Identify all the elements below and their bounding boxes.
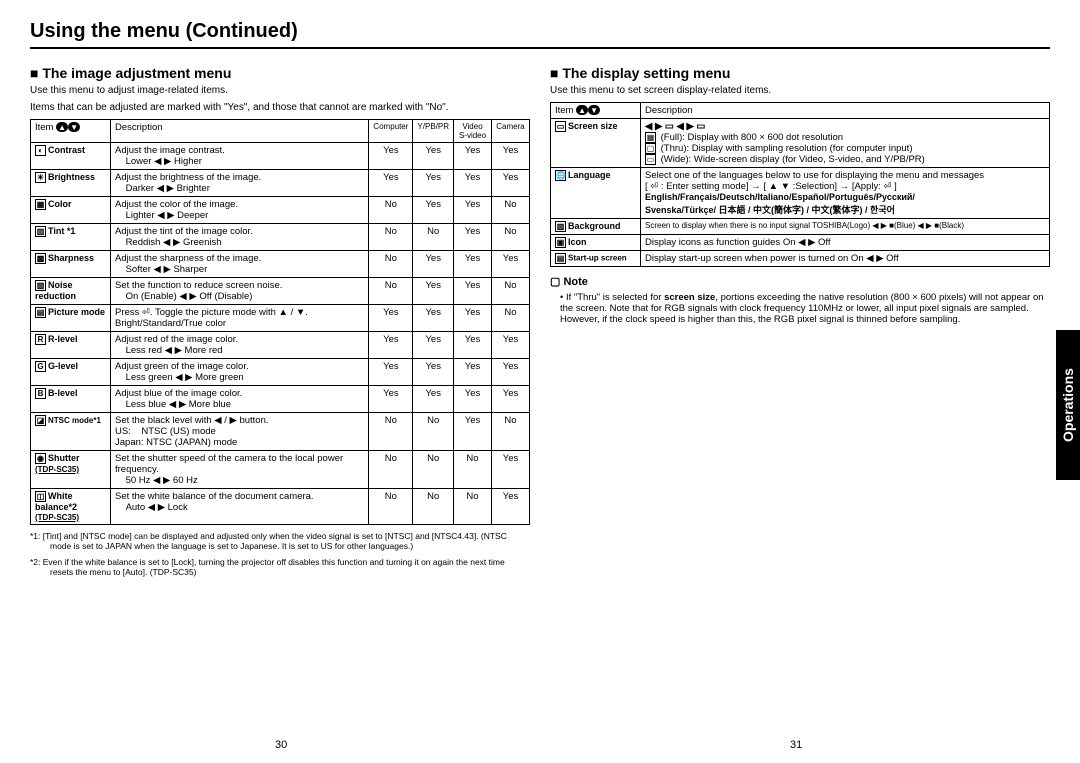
header-desc: Description <box>111 120 369 143</box>
table-row: ▥Tint *1Adjust the tint of the image col… <box>31 224 530 251</box>
section-title-image-adjustment: The image adjustment menu <box>30 65 530 81</box>
left-column: The image adjustment menu Use this menu … <box>30 59 530 577</box>
header-item: Item ▲▼ <box>551 103 641 119</box>
table-row: ▤Start-up screen Display start-up screen… <box>551 251 1050 267</box>
table-row: BB-levelAdjust blue of the image color. … <box>31 386 530 413</box>
right-column: The display setting menu Use this menu t… <box>550 59 1050 577</box>
table-row: ◐ContrastAdjust the image contrast. Lowe… <box>31 143 530 170</box>
table-row: ▦ColorAdjust the color of the image. Lig… <box>31 197 530 224</box>
note-heading: Note <box>550 275 1050 288</box>
header-desc: Description <box>641 103 1050 119</box>
table-row: ▣Icon Display icons as function guides O… <box>551 235 1050 251</box>
intro-text: Use this menu to adjust image-related it… <box>30 85 530 96</box>
intro-text-2: Items that can be adjusted are marked wi… <box>30 102 530 113</box>
page-number-right: 31 <box>790 739 802 751</box>
table-row: ◉Shutter(TDP-SC35)Set the shutter speed … <box>31 451 530 489</box>
header-computer: Computer <box>369 120 413 143</box>
table-row: ☀BrightnessAdjust the brightness of the … <box>31 170 530 197</box>
table-row: ▭Screen size ◀ ▶ ▭ ◀ ▶ ▭ ▦ (Full): Displ… <box>551 119 1050 168</box>
table-row: 🌐Language Select one of the languages be… <box>551 168 1050 219</box>
note-body: • If "Thru" is selected for screen size,… <box>550 292 1050 325</box>
section-title-display-setting: The display setting menu <box>550 65 1050 81</box>
header-ypbpr: Y/PB/PR <box>413 120 454 143</box>
side-tab-operations: Operations <box>1056 330 1080 480</box>
image-adjustment-table: Item ▲▼ Description Computer Y/PB/PR Vid… <box>30 119 530 525</box>
table-row: RR-levelAdjust red of the image color. L… <box>31 332 530 359</box>
table-row: ▧Noise reductionSet the function to redu… <box>31 278 530 305</box>
table-row: ▩SharpnessAdjust the sharpness of the im… <box>31 251 530 278</box>
page-number-left: 30 <box>275 739 287 751</box>
header-item: Item ▲▼ <box>31 120 111 143</box>
footnote-1: *1: [Tint] and [NTSC mode] can be displa… <box>30 531 530 551</box>
intro-text-right: Use this menu to set screen display-rela… <box>550 85 1050 96</box>
footnote-2: *2: Even if the white balance is set to … <box>30 557 530 577</box>
table-row: ▤Picture modePress ⏎. Toggle the picture… <box>31 305 530 332</box>
table-row: ◪NTSC mode*1Set the black level with ◀ /… <box>31 413 530 451</box>
table-row: GG-levelAdjust green of the image color.… <box>31 359 530 386</box>
header-video: Video S-video <box>454 120 492 143</box>
table-row: ◫White balance*2(TDP-SC35)Set the white … <box>31 489 530 525</box>
header-camera: Camera <box>492 120 530 143</box>
table-row: ▨Background Screen to display when there… <box>551 219 1050 235</box>
display-setting-table: Item ▲▼ Description ▭Screen size ◀ ▶ ▭ ◀… <box>550 102 1050 267</box>
page-title: Using the menu (Continued) <box>30 20 1050 49</box>
